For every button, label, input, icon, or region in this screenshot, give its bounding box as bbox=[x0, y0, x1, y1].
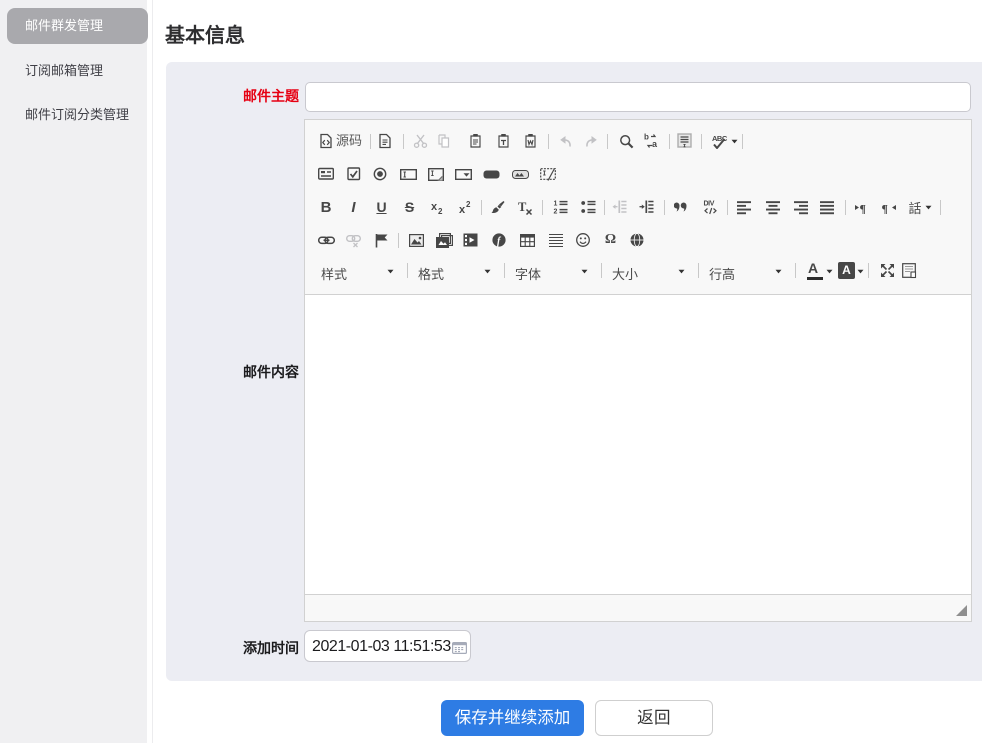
svg-text:b: b bbox=[644, 133, 649, 142]
svg-text:¶: ¶ bbox=[859, 201, 865, 215]
svg-text:2: 2 bbox=[466, 200, 471, 209]
svg-text:ABC: ABC bbox=[712, 134, 728, 143]
svg-text:2: 2 bbox=[438, 207, 443, 215]
svg-text:¶: ¶ bbox=[882, 201, 888, 215]
svg-text:x: x bbox=[459, 204, 466, 215]
svg-text:T: T bbox=[518, 200, 527, 214]
svg-text:1: 1 bbox=[553, 201, 557, 208]
svg-text:x: x bbox=[431, 201, 438, 213]
svg-text:DIV: DIV bbox=[703, 201, 714, 208]
svg-text:a: a bbox=[652, 139, 658, 149]
svg-text:2: 2 bbox=[553, 209, 557, 215]
